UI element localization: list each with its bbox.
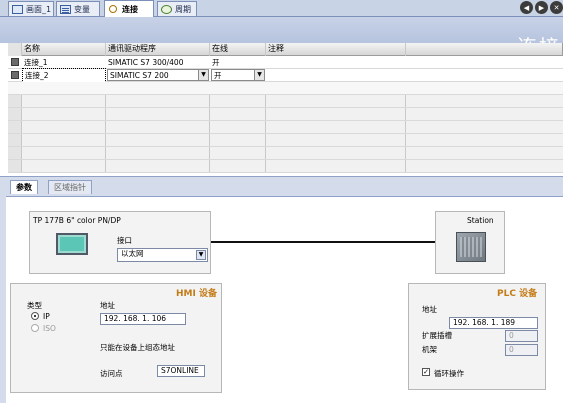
tab-screen-1[interactable]: 画面_1 <box>8 1 54 16</box>
driver-select-value: SIMATIC S7 200 <box>110 71 169 80</box>
hmi-section-title: HMI 设备 <box>176 289 217 299</box>
plc-station-card: Station <box>435 211 505 274</box>
empty-row <box>8 160 563 173</box>
cell-name[interactable]: 连接_1 <box>22 56 106 69</box>
address-note: 只能在设备上组态地址 <box>100 343 175 352</box>
tab-cycles[interactable]: 周期 <box>157 1 197 16</box>
hmi-panel-icon <box>56 233 88 255</box>
rack-label: 机架 <box>422 345 437 354</box>
address-label: 地址 <box>100 301 115 310</box>
interface-select[interactable]: 以太网 ▼ <box>117 248 208 262</box>
row-marker-icon <box>11 58 19 66</box>
tab-label: 画面_1 <box>26 4 52 14</box>
type-ip-label: IP <box>43 312 50 321</box>
document-tab-strip: 画面_1 变量 连接 周期 ◀ ▶ ✕ <box>0 0 563 17</box>
interface-label: 接口 <box>117 236 132 245</box>
connection-link-line <box>211 241 435 243</box>
empty-row <box>8 134 563 147</box>
tab-label: 连接 <box>122 4 138 14</box>
type-ip-radio[interactable] <box>31 312 39 320</box>
empty-row <box>8 147 563 160</box>
plc-address-label: 地址 <box>422 305 437 314</box>
arrow-left-icon: ◀ <box>523 3 530 12</box>
access-point-label: 访问点 <box>100 369 123 378</box>
table-row[interactable]: 连接_2 SIMATIC S7 200 ▼ 开 ▼ <box>8 68 563 83</box>
screen-icon <box>12 4 23 14</box>
expansion-slot-input[interactable]: 0 <box>505 330 538 342</box>
hmi-address-input[interactable]: 192. 168. 1. 106 <box>100 313 186 325</box>
tab-tags[interactable]: 变量 <box>56 1 100 16</box>
connections-table: 名称 通讯驱动程序 在线 注释 连接_1 SIMATIC S7 300/400 … <box>8 43 563 173</box>
cyclic-operation-label: 循环操作 <box>434 369 464 378</box>
prev-tab-button[interactable]: ◀ <box>520 1 533 14</box>
cell-name-selected[interactable]: 连接_2 <box>22 68 106 83</box>
empty-row <box>8 82 563 95</box>
editor-title-bar: 连接 <box>0 17 563 59</box>
empty-row <box>8 121 563 134</box>
chevron-down-icon[interactable]: ▼ <box>198 70 208 80</box>
plc-address-input[interactable]: 192. 168. 1. 189 <box>449 317 538 329</box>
connection-properties-panel: 参数 区域指针 TP 177B 6" color PN/DP 接口 以太网 ▼ … <box>0 176 563 403</box>
empty-row <box>8 95 563 108</box>
connection-icon <box>108 4 119 14</box>
access-point-input[interactable]: S7ONLINE <box>157 365 205 377</box>
online-select-value: 开 <box>214 71 222 80</box>
online-select[interactable]: 开 ▼ <box>211 69 265 81</box>
expansion-slot-label: 扩展插槽 <box>422 331 452 340</box>
rack-input[interactable]: 0 <box>505 344 538 356</box>
list-icon <box>60 4 71 14</box>
hmi-model-label: TP 177B 6" color PN/DP <box>33 216 121 225</box>
tab-parameters[interactable]: 参数 <box>10 180 38 194</box>
tab-label: 变量 <box>74 4 90 14</box>
next-tab-button[interactable]: ▶ <box>535 1 548 14</box>
tab-label: 周期 <box>175 4 191 14</box>
cell-comment[interactable] <box>266 56 406 69</box>
driver-select[interactable]: SIMATIC S7 200 ▼ <box>107 69 209 81</box>
cyclic-operation-checkbox[interactable]: ✓ <box>422 368 430 376</box>
close-icon: ✕ <box>553 3 560 12</box>
empty-row <box>8 108 563 121</box>
plc-section-title: PLC 设备 <box>497 289 538 299</box>
chevron-down-icon[interactable]: ▼ <box>254 70 264 80</box>
chevron-down-icon[interactable]: ▼ <box>196 250 206 260</box>
type-iso-label: ISO <box>43 324 56 333</box>
cycle-icon <box>161 4 172 14</box>
cell-online[interactable]: 开 <box>210 56 266 69</box>
arrow-right-icon: ▶ <box>538 3 545 12</box>
parameters-content: TP 177B 6" color PN/DP 接口 以太网 ▼ Station … <box>6 196 563 403</box>
hmi-settings-box: HMI 设备 类型 IP ISO 地址 192. 168. 1. 106 只能在… <box>10 283 222 393</box>
type-iso-radio[interactable] <box>31 324 39 332</box>
table-row[interactable]: 连接_1 SIMATIC S7 300/400 开 <box>8 56 563 69</box>
row-marker-icon <box>11 71 19 79</box>
cell-driver[interactable]: SIMATIC S7 300/400 <box>106 56 210 69</box>
station-label: Station <box>467 216 494 225</box>
tab-connections[interactable]: 连接 <box>104 0 154 17</box>
interface-select-value: 以太网 <box>121 249 144 258</box>
hmi-device-card: TP 177B 6" color PN/DP 接口 以太网 ▼ <box>29 211 211 274</box>
close-tab-button[interactable]: ✕ <box>550 1 563 14</box>
type-label: 类型 <box>27 301 42 310</box>
plc-icon <box>456 232 486 262</box>
plc-settings-box: PLC 设备 地址 192. 168. 1. 189 扩展插槽 0 机架 0 ✓… <box>408 283 546 390</box>
tab-area-pointers[interactable]: 区域指针 <box>48 180 92 194</box>
